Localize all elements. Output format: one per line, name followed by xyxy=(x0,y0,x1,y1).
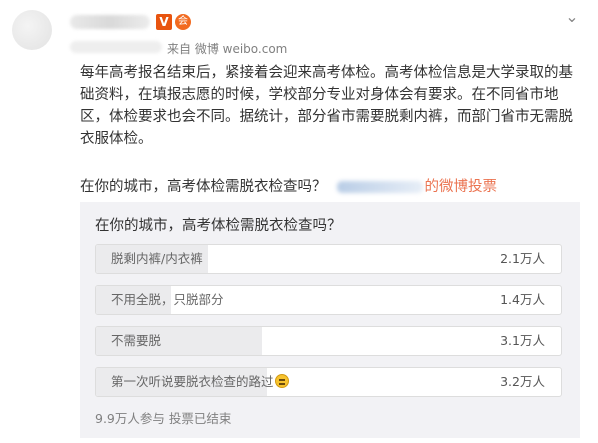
post-time-redacted[interactable] xyxy=(70,41,162,53)
post-question-line: 在你的城市，高考体检需脱衣检查吗？ 的微博投票 xyxy=(80,176,590,198)
member-badge-icon: 会 xyxy=(175,14,191,30)
poll-option[interactable]: 脱剩内裤/内衣裤 2.1万人 xyxy=(95,244,562,274)
poll-option-count: 3.2万人 xyxy=(500,374,545,389)
poll-option-count: 3.1万人 xyxy=(500,333,545,348)
post-source: 来自 微博 weibo.com xyxy=(167,42,288,56)
poll-option[interactable]: 第一次听说要脱衣检查的路过 3.2万人 xyxy=(95,367,562,397)
poll-card: 在你的城市，高考体检需脱衣检查吗？ 脱剩内裤/内衣裤 2.1万人 不用全脱，只脱… xyxy=(80,202,580,438)
avatar[interactable] xyxy=(12,10,52,50)
post-header: V 会 来自 微博 weibo.com ⌄ xyxy=(0,0,598,60)
grinning-face-icon xyxy=(274,374,289,388)
poll-title: 在你的城市，高考体检需脱衣检查吗？ xyxy=(95,218,342,234)
post-body: 每年高考报名结束后，紧接着会迎来高考体检。高考体检信息是大学录取的基础资料，在填… xyxy=(80,65,573,147)
verified-badge-icon: V xyxy=(156,14,172,30)
poll-option-text: 第一次听说要脱衣检查的路过 xyxy=(111,374,274,389)
chevron-down-icon[interactable]: ⌄ xyxy=(562,8,582,26)
poll-link[interactable]: 的微博投票 xyxy=(425,179,498,195)
poll-option-label: 不用全脱，只脱部分 xyxy=(111,292,224,307)
poll-option-count: 2.1万人 xyxy=(500,251,545,266)
poll-option-label: 第一次听说要脱衣检查的路过 xyxy=(111,368,289,396)
poll-option[interactable]: 不需要脱 3.1万人 xyxy=(95,326,562,356)
poll-option-count: 1.4万人 xyxy=(500,292,545,307)
poll-option-label: 脱剩内裤/内衣裤 xyxy=(111,251,203,266)
poll-option[interactable]: 不用全脱，只脱部分 1.4万人 xyxy=(95,285,562,315)
poll-option-label: 不需要脱 xyxy=(111,333,162,348)
poll-link-redacted[interactable] xyxy=(336,181,423,193)
username-redacted[interactable] xyxy=(70,15,150,29)
poll-footer: 9.9万人参与 投票已结束 xyxy=(95,411,232,426)
post-question: 在你的城市，高考体检需脱衣检查吗？ xyxy=(80,179,327,195)
